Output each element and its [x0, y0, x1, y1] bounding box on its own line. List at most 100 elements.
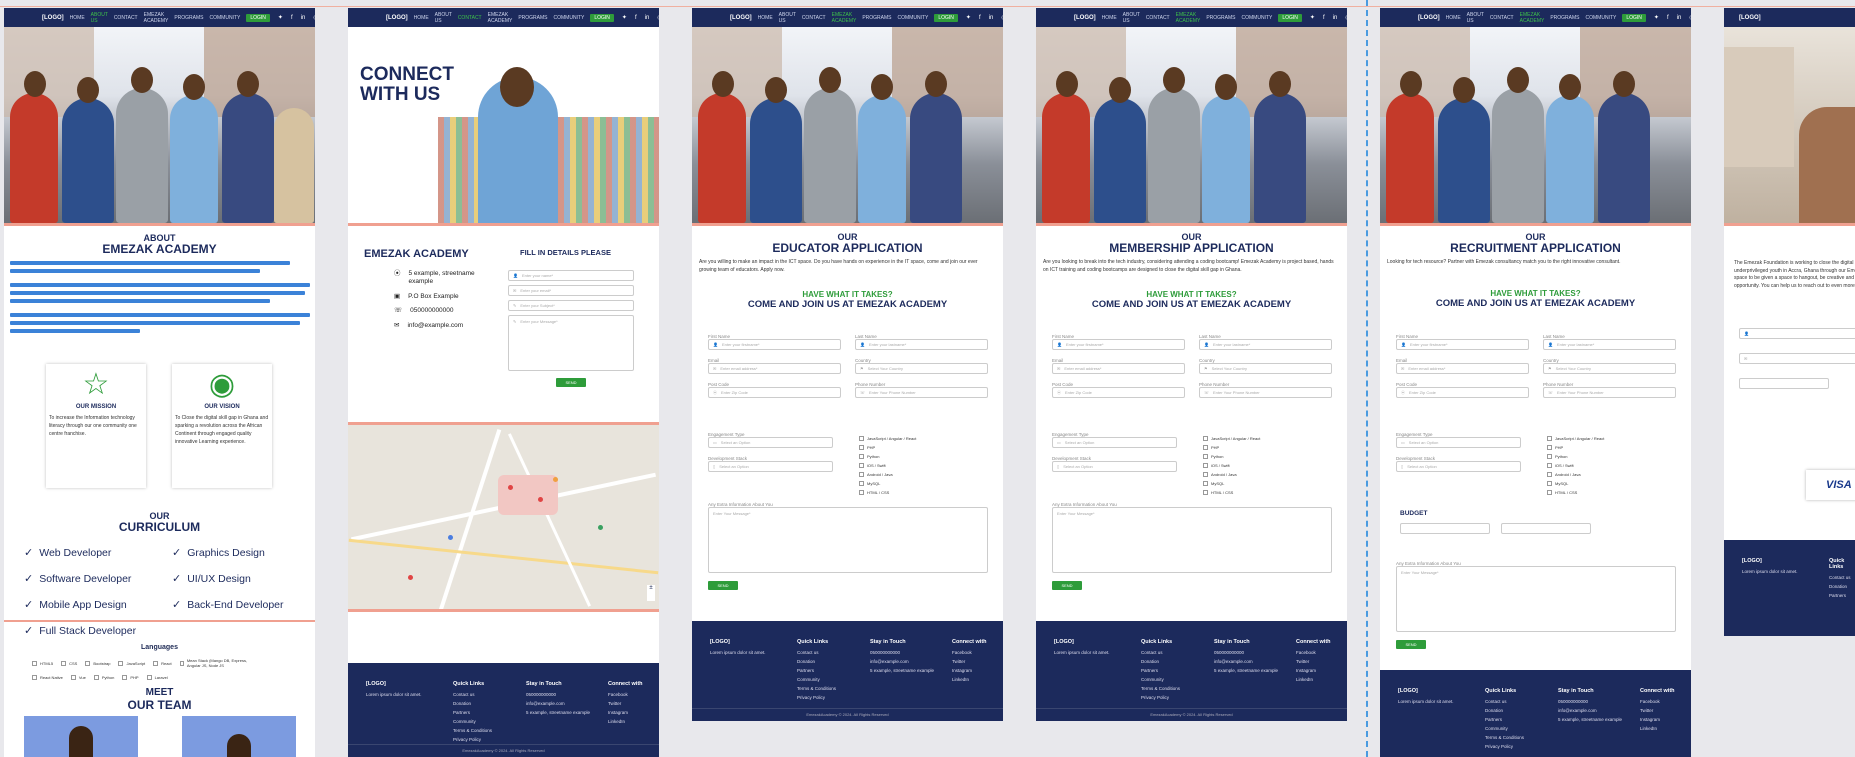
contact-name-input[interactable]: 👤 Enter your name*: [508, 270, 634, 281]
contact-subject-input[interactable]: ✎ Enter your Subject*: [508, 300, 634, 311]
nav-community[interactable]: COMMUNITY: [1586, 15, 1617, 21]
facebook-icon[interactable]: f: [1323, 15, 1325, 21]
nav-community[interactable]: COMMUNITY: [210, 15, 241, 21]
nav-community[interactable]: COMMUNITY: [1242, 15, 1273, 21]
footer-link[interactable]: Contact us: [1141, 650, 1180, 655]
footer-link[interactable]: Partners: [797, 668, 836, 673]
country-select[interactable]: ⚑ Select Your Country: [855, 363, 988, 374]
email-input[interactable]: ✉ Enter email address*: [1052, 363, 1185, 374]
twitter-link[interactable]: Twitter: [608, 701, 643, 706]
logo[interactable]: [LOGO]: [42, 15, 64, 21]
linkedin-link[interactable]: LinkedIn: [952, 677, 987, 682]
twitter-icon[interactable]: ✦: [966, 14, 971, 21]
contact-email-input[interactable]: ✉ Enter your email*: [508, 285, 634, 296]
nav-home[interactable]: HOME: [1102, 15, 1117, 21]
donor-email-input[interactable]: ✉: [1739, 353, 1855, 364]
postcode-input[interactable]: ⦿ Enter Zip Code: [1396, 387, 1529, 398]
phone-input[interactable]: ☏ Enter Your Phone Number: [855, 387, 988, 398]
facebook-link[interactable]: Facebook: [952, 650, 987, 655]
footer-link[interactable]: Privacy Policy: [797, 695, 836, 700]
nav-academy[interactable]: EMEZAK ACADEMY: [832, 12, 857, 24]
nav-programs[interactable]: PROGRAMS: [1206, 15, 1235, 21]
stack-select[interactable]: ▯ Select an Option: [1052, 461, 1177, 472]
linkedin-icon[interactable]: in: [301, 15, 306, 21]
email-input[interactable]: ✉ Enter email address*: [708, 363, 841, 374]
firstname-input[interactable]: 👤 Enter your firstname*: [1396, 339, 1529, 350]
login-button[interactable]: LOGIN: [590, 13, 614, 22]
footer-link[interactable]: Community: [1141, 677, 1180, 682]
footer-link[interactable]: Community: [797, 677, 836, 682]
extra-info-textarea[interactable]: Enter Your Message*: [708, 507, 988, 573]
footer-link[interactable]: Donation: [1485, 708, 1524, 713]
footer-link[interactable]: Donation: [1141, 659, 1180, 664]
linkedin-icon[interactable]: in: [645, 15, 650, 21]
footer-link[interactable]: Partners: [1485, 717, 1524, 722]
nav-programs[interactable]: PROGRAMS: [862, 15, 891, 21]
nav-about[interactable]: ABOUT US: [435, 12, 452, 24]
facebook-icon[interactable]: f: [291, 15, 293, 21]
firstname-input[interactable]: 👤 Enter your firstname*: [708, 339, 841, 350]
nav-academy[interactable]: EMEZAK ACADEMY: [488, 12, 513, 24]
footer-link[interactable]: Terms & Conditions: [1141, 686, 1180, 691]
postcode-input[interactable]: ⦿ Enter Zip Code: [1052, 387, 1185, 398]
footer-link[interactable]: Partners: [1141, 668, 1180, 673]
engagement-select[interactable]: ▭ Select an Option: [708, 437, 833, 448]
firstname-input[interactable]: 👤 Enter your firstname*: [1052, 339, 1185, 350]
footer-link[interactable]: Donation: [453, 701, 492, 706]
nav-about[interactable]: ABOUT US: [1467, 12, 1484, 24]
nav-programs[interactable]: PROGRAMS: [1550, 15, 1579, 21]
nav-about[interactable]: ABOUT US: [1123, 12, 1140, 24]
twitter-icon[interactable]: ✦: [622, 14, 627, 21]
facebook-link[interactable]: Facebook: [608, 692, 643, 697]
login-button[interactable]: LOGIN: [1278, 13, 1302, 22]
about-selected-text[interactable]: [4, 261, 315, 334]
contact-send-button[interactable]: SEND: [556, 378, 586, 387]
nav-programs[interactable]: PROGRAMS: [518, 15, 547, 21]
zoom-icon[interactable]: ±: [647, 585, 655, 601]
country-select[interactable]: ⚑ Select Your Country: [1543, 363, 1676, 374]
logo[interactable]: [LOGO]: [730, 15, 752, 21]
instagram-link[interactable]: Instagram: [1640, 717, 1675, 722]
footer-link[interactable]: Contact us: [453, 692, 492, 697]
location-map[interactable]: ±: [348, 422, 659, 612]
facebook-link[interactable]: Facebook: [1296, 650, 1331, 655]
footer-link[interactable]: Contact us: [797, 650, 836, 655]
twitter-link[interactable]: Twitter: [1640, 708, 1675, 713]
engagement-select[interactable]: ▭ Select an Option: [1396, 437, 1521, 448]
twitter-link[interactable]: Twitter: [952, 659, 987, 664]
nav-community[interactable]: COMMUNITY: [898, 15, 929, 21]
nav-programs[interactable]: PROGRAMS: [174, 15, 203, 21]
linkedin-link[interactable]: LinkedIn: [608, 719, 643, 724]
nav-academy[interactable]: EMEZAK ACADEMY: [144, 12, 169, 24]
linkedin-link[interactable]: LinkedIn: [1296, 677, 1331, 682]
linkedin-icon[interactable]: in: [989, 15, 994, 21]
phone-input[interactable]: ☏ Enter Your Phone Number: [1199, 387, 1332, 398]
postcode-input[interactable]: ⦿ Enter Zip Code: [708, 387, 841, 398]
visa-card-option[interactable]: VISA: [1806, 470, 1855, 500]
stack-select[interactable]: ▯ Select an Option: [1396, 461, 1521, 472]
nav-academy[interactable]: EMEZAK ACADEMY: [1176, 12, 1201, 24]
engagement-select[interactable]: ▭ Select an Option: [1052, 437, 1177, 448]
footer-link[interactable]: Terms & Conditions: [1485, 735, 1524, 740]
logo[interactable]: [LOGO]: [1418, 15, 1440, 21]
footer-link[interactable]: Community: [1485, 726, 1524, 731]
twitter-icon[interactable]: ✦: [1310, 14, 1315, 21]
login-button[interactable]: LOGIN: [934, 13, 958, 22]
logo[interactable]: [LOGO]: [1739, 15, 1761, 21]
facebook-icon[interactable]: f: [1667, 15, 1669, 21]
budget-currency-select[interactable]: [1400, 523, 1490, 534]
logo[interactable]: [LOGO]: [1074, 15, 1096, 21]
linkedin-icon[interactable]: in: [1677, 15, 1682, 21]
nav-contact[interactable]: CONTACT: [1490, 15, 1514, 21]
nav-home[interactable]: HOME: [758, 15, 773, 21]
nav-academy[interactable]: EMEZAK ACADEMY: [1520, 12, 1545, 24]
nav-contact[interactable]: CONTACT: [802, 15, 826, 21]
instagram-icon[interactable]: ◎: [1345, 14, 1347, 21]
lastname-input[interactable]: 👤 Enter your lastname*: [1199, 339, 1332, 350]
nav-home[interactable]: HOME: [70, 15, 85, 21]
send-button[interactable]: SEND: [708, 581, 738, 590]
login-button[interactable]: LOGIN: [1622, 13, 1646, 22]
instagram-icon[interactable]: ◎: [657, 14, 659, 21]
footer-link[interactable]: Privacy Policy: [1141, 695, 1180, 700]
nav-community[interactable]: COMMUNITY: [554, 15, 585, 21]
